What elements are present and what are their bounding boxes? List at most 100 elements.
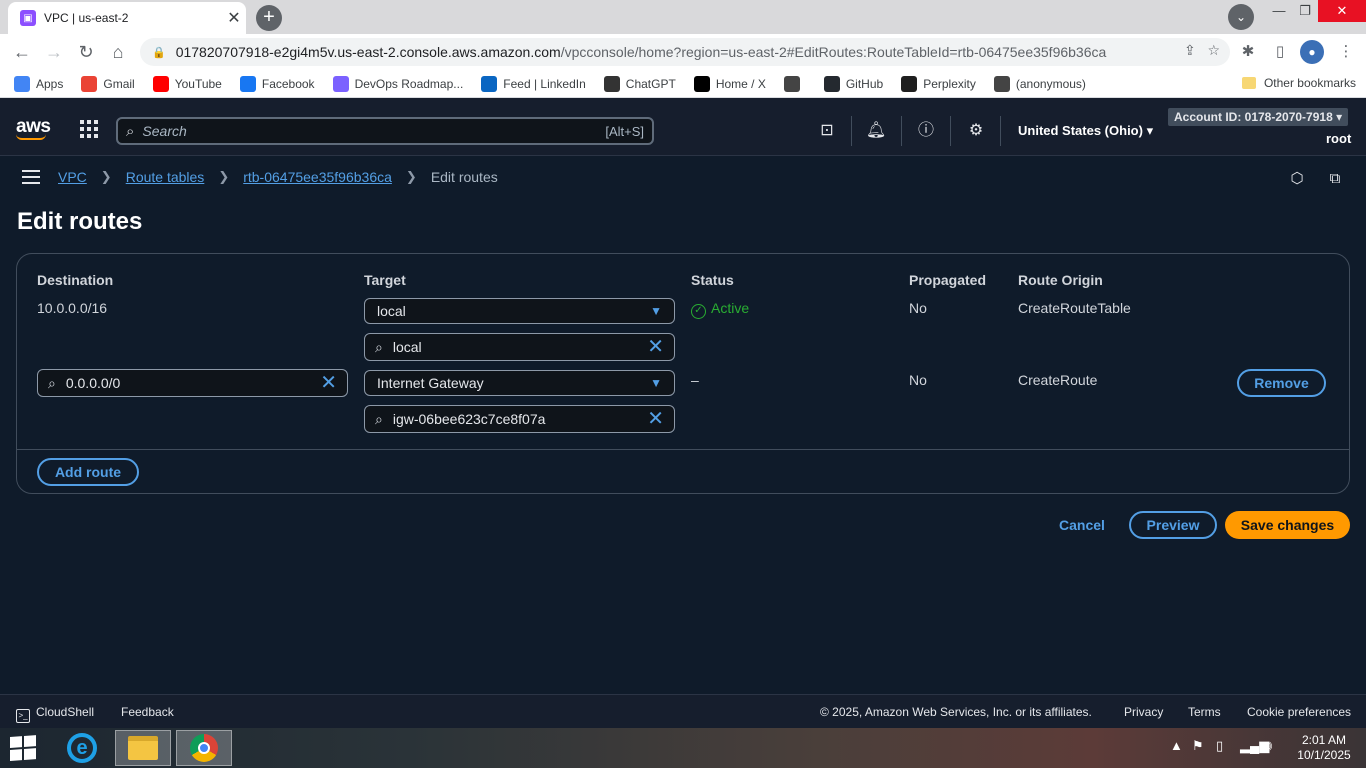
device-icon[interactable]: ▯ <box>1216 738 1223 754</box>
hamburger-menu-icon[interactable] <box>22 170 40 184</box>
settings-gear-icon[interactable]: ⚙ <box>965 120 987 142</box>
new-tab-button[interactable]: + <box>256 5 282 31</box>
perplexity-icon <box>901 75 918 92</box>
sidepanel-icon[interactable]: ▯ <box>1268 40 1292 64</box>
tray-overflow-icon[interactable]: ▲ <box>1170 738 1183 753</box>
window-close-icon[interactable]: ✕ <box>1318 0 1366 22</box>
tutorial-panel-icon[interactable]: ⧉ <box>1325 169 1345 189</box>
volume-icon[interactable]: 🔊︎ <box>1264 738 1272 754</box>
aws-logo[interactable]: aws <box>16 116 51 140</box>
route-1-destination: 10.0.0.0/16 <box>37 300 108 316</box>
profile-avatar[interactable]: ● <box>1300 40 1324 64</box>
hexagon-info-icon[interactable]: ⬡ <box>1287 169 1307 189</box>
bookmark-8[interactable] <box>783 75 806 92</box>
bookmark-9[interactable]: GitHub <box>823 75 884 92</box>
clear-icon[interactable]: ✕ <box>647 406 664 432</box>
save-changes-button[interactable]: Save changes <box>1225 511 1350 539</box>
search-input[interactable]: ⌕ Search [Alt+S] <box>116 117 654 145</box>
route-2-origin: CreateRoute <box>1018 372 1098 388</box>
breadcrumb-vpc[interactable]: VPC <box>58 169 87 185</box>
breadcrumb-route-table-id[interactable]: rtb-06475ee35f96b36ca <box>243 169 392 185</box>
route-1-target-type-select[interactable]: local ▼ <box>364 298 675 324</box>
extensions-icon[interactable]: ✱ <box>1236 40 1260 64</box>
remove-route-button[interactable]: Remove <box>1237 369 1326 397</box>
bookmark-3[interactable]: Facebook <box>239 75 315 92</box>
clear-icon[interactable]: ✕ <box>320 370 337 396</box>
system-clock[interactable]: 2:01 AM 10/1/2025 <box>1296 733 1352 763</box>
close-tab-icon[interactable]: ✕ <box>222 8 246 28</box>
help-icon[interactable]: ⓘ <box>915 120 937 142</box>
tab-title: VPC | us-east-2 <box>44 11 129 25</box>
forward-icon[interactable]: → <box>42 40 66 64</box>
breadcrumb-route-tables[interactable]: Route tables <box>126 169 205 185</box>
add-route-button[interactable]: Add route <box>37 458 139 486</box>
bookmark-11[interactable]: (anonymous) <box>993 75 1086 92</box>
roadmap-icon <box>332 75 349 92</box>
col-destination: Destination <box>37 272 114 288</box>
caret-down-icon: ▼ <box>650 376 662 390</box>
apps-grid-icon <box>14 75 30 92</box>
route-1-target-input[interactable]: ⌕ local ✕ <box>364 333 675 361</box>
bookmark-label: Gmail <box>103 76 135 91</box>
route-2-target-type-select[interactable]: Internet Gateway ▼ <box>364 370 675 396</box>
feedback-link[interactable]: Feedback <box>121 705 174 719</box>
clear-icon[interactable]: ✕ <box>647 334 664 360</box>
cookie-preferences-link[interactable]: Cookie preferences <box>1247 705 1351 719</box>
chrome-icon[interactable] <box>176 730 232 766</box>
bookmark-4[interactable]: DevOps Roadmap... <box>332 75 463 92</box>
bookmark-5[interactable]: Feed | LinkedIn <box>481 75 586 92</box>
route-2-destination-input[interactable]: ⌕ 0.0.0.0/0 ✕ <box>37 369 348 397</box>
bookmark-label: Facebook <box>261 76 315 91</box>
privacy-link[interactable]: Privacy <box>1124 705 1163 719</box>
share-bookmark-icons[interactable]: ⇪ ☆ <box>1184 42 1220 59</box>
menu-icon[interactable]: ⋮ <box>1334 40 1358 64</box>
route-2-target-input[interactable]: ⌕ igw-06bee623c7ce8f07a ✕ <box>364 405 675 433</box>
aws-vpc-icon: ▣ <box>20 10 36 26</box>
other-bookmarks[interactable]: Other bookmarks <box>1241 76 1356 90</box>
cloudshell-icon[interactable]: ⊡ <box>816 120 838 142</box>
address-bar[interactable]: 🔒 017820707918-e2gi4m5v.us-east-2.consol… <box>140 38 1230 66</box>
bookmark-7[interactable]: Home / X <box>693 75 766 92</box>
reload-icon[interactable]: ↻ <box>74 40 98 64</box>
restore-icon[interactable]: ❐ <box>1288 0 1322 22</box>
browser-tab-bar: ▣ VPC | us-east-2 ✕ + ⌄ — ❐ ✕ <box>0 0 1366 34</box>
terms-link[interactable]: Terms <box>1188 705 1221 719</box>
user-name[interactable]: root <box>1326 131 1351 146</box>
route-1-target-value: local <box>392 339 422 355</box>
home-icon[interactable]: ⌂ <box>106 40 130 64</box>
bookmark-6[interactable]: ChatGPT <box>603 75 676 92</box>
route-1-status: ✓ Active <box>691 300 749 319</box>
back-icon[interactable]: ← <box>10 40 34 64</box>
cancel-button[interactable]: Cancel <box>1059 517 1105 533</box>
col-route-origin: Route Origin <box>1018 272 1103 288</box>
search-placeholder: Search <box>142 123 187 139</box>
lock-icon[interactable]: 🔒 <box>152 46 166 59</box>
preview-button[interactable]: Preview <box>1129 511 1217 539</box>
windows-start-icon[interactable] <box>10 735 38 761</box>
bookmark-0[interactable]: Apps <box>14 75 63 92</box>
browser-tab[interactable]: ▣ VPC | us-east-2 ✕ <box>8 2 246 34</box>
windows-taskbar: e ▲ ⚑ ▯ ▂▄▆ 🔊︎ 2:01 AM 10/1/2025 <box>0 728 1366 768</box>
folder-icon <box>1241 77 1256 89</box>
bookmark-label: ChatGPT <box>625 76 676 91</box>
bookmark-label: GitHub <box>845 76 884 91</box>
route-2-status: – <box>691 372 699 388</box>
services-grid-icon[interactable] <box>80 120 98 138</box>
cloudshell-link[interactable]: >_ CloudShell <box>16 705 94 723</box>
flag-icon[interactable]: ⚑ <box>1192 738 1204 754</box>
url-path: /vpcconsole/home?region=us-east-2#EditRo… <box>560 44 1107 60</box>
check-circle-icon: ✓ <box>691 304 706 319</box>
aws-top-nav: aws ⌕ Search [Alt+S] ⊡ 🔔︎ ⓘ ⚙ United Sta… <box>0 98 1366 156</box>
search-icon: ⌕ <box>126 122 135 140</box>
bookmark-2[interactable]: YouTube <box>152 75 222 92</box>
account-menu[interactable]: Account ID: 0178-2070-7918 ▾ <box>1168 108 1349 126</box>
search-icon: ⌕ <box>375 339 383 355</box>
bookmark-1[interactable]: Gmail <box>81 75 135 92</box>
internet-explorer-icon[interactable]: e <box>54 730 110 766</box>
browser-toolbar: ← → ↻ ⌂ 🔒 017820707918-e2gi4m5v.us-east-… <box>0 34 1366 70</box>
bookmark-10[interactable]: Perplexity <box>901 75 976 92</box>
region-selector[interactable]: United States (Ohio) ▾ <box>1018 123 1153 139</box>
notifications-bell-icon[interactable]: 🔔︎ <box>865 120 887 142</box>
tab-search-button[interactable]: ⌄ <box>1228 4 1254 30</box>
file-explorer-icon[interactable] <box>115 730 171 766</box>
